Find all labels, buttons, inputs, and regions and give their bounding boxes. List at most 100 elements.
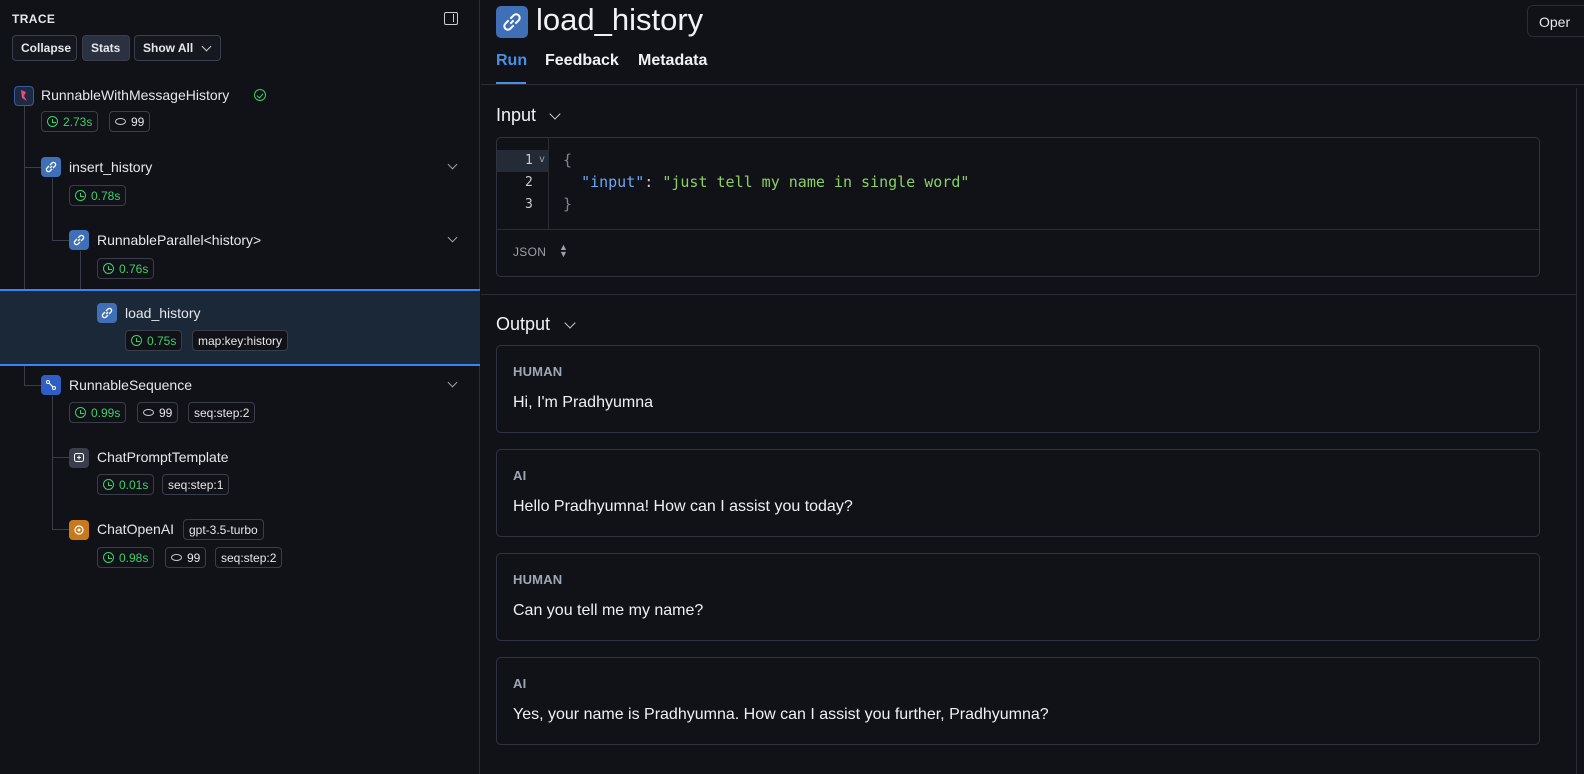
tokens-icon	[171, 554, 182, 561]
tokens-icon	[115, 118, 126, 125]
latency-badge: 0.98s	[97, 547, 155, 568]
selected-row-highlight[interactable]	[0, 289, 480, 366]
clock-icon	[103, 263, 114, 274]
model-badge: gpt-3.5-turbo	[183, 519, 264, 540]
clock-icon	[75, 407, 86, 418]
tree-line	[52, 240, 70, 241]
latency-value: 0.98s	[119, 550, 149, 565]
chevron-down-icon[interactable]	[447, 377, 458, 388]
line-number: 3	[525, 197, 533, 212]
node-runnable-parallel[interactable]: RunnableParallel<history>	[97, 232, 261, 248]
tree-line	[52, 457, 70, 458]
node-runnable-with-message-history[interactable]: RunnableWithMessageHistory	[41, 87, 229, 103]
tree-line	[52, 178, 53, 240]
message-card: AI Yes, your name is Pradhyumna. How can…	[496, 657, 1540, 745]
node-insert-history[interactable]: insert_history	[69, 159, 152, 175]
chevron-down-icon	[201, 41, 212, 51]
panel-toggle-icon[interactable]	[444, 12, 458, 25]
trace-title: TRACE	[12, 12, 56, 26]
chevron-down-icon[interactable]	[549, 108, 561, 120]
link-icon	[496, 6, 528, 38]
message-role: HUMAN	[513, 572, 563, 587]
output-section-title[interactable]: Output	[496, 314, 550, 335]
clock-icon	[47, 116, 58, 127]
code-footer-divider	[497, 229, 1539, 230]
show-all-label: Show All	[143, 41, 194, 55]
clock-icon	[103, 552, 114, 563]
message-text: Yes, your name is Pradhyumna. How can I …	[513, 706, 1049, 723]
message-text: Hi, I'm Pradhyumna	[513, 394, 653, 411]
code-open-brace: {	[563, 151, 573, 169]
format-selector[interactable]: JSON	[513, 245, 546, 259]
clock-icon	[103, 479, 114, 490]
chevron-down-icon[interactable]	[447, 159, 458, 170]
parrot-icon	[14, 86, 34, 106]
stats-button[interactable]: Stats	[82, 35, 130, 61]
token-badge: 99	[137, 402, 179, 423]
link-icon	[97, 303, 117, 323]
node-load-history[interactable]: load_history	[125, 305, 201, 321]
tag-badge: map:key:history	[192, 330, 289, 351]
tab-metadata[interactable]: Metadata	[638, 52, 707, 70]
input-section-title[interactable]: Input	[496, 105, 536, 126]
message-role: HUMAN	[513, 364, 563, 379]
token-value: 99	[187, 550, 201, 565]
token-badge: 99	[109, 111, 151, 132]
tree-line	[52, 529, 70, 530]
latency-badge: 2.73s	[41, 111, 99, 132]
run-detail-panel: load_history Oper Run Feedback Metadata …	[481, 0, 1584, 774]
tree-line	[24, 167, 42, 168]
message-card: HUMAN Can you tell me my name?	[496, 553, 1540, 641]
fold-chevron-icon[interactable]: v	[539, 154, 545, 165]
token-value: 99	[159, 405, 173, 420]
code-close-brace: }	[563, 195, 573, 213]
sequence-icon	[41, 375, 61, 395]
trace-panel: TRACE Collapse Stats Show All RunnableWi…	[0, 0, 480, 774]
latency-value: 0.75s	[147, 333, 177, 348]
open-button[interactable]: Oper	[1527, 5, 1584, 37]
latency-badge: 0.01s	[97, 474, 155, 495]
latency-badge: 0.75s	[125, 330, 183, 351]
node-chat-prompt-template[interactable]: ChatPromptTemplate	[97, 449, 229, 465]
scrollbar-track[interactable]	[1576, 88, 1577, 774]
link-icon	[69, 230, 89, 250]
stats-label: Stats	[91, 41, 121, 55]
tab-run[interactable]: Run	[496, 52, 527, 70]
collapse-label: Collapse	[21, 41, 72, 55]
message-role: AI	[513, 676, 527, 691]
message-role: AI	[513, 468, 527, 483]
collapse-button[interactable]: Collapse	[12, 35, 77, 61]
chevron-down-icon[interactable]	[447, 232, 458, 243]
tag-badge: seq:step:1	[162, 474, 230, 495]
node-chat-openai[interactable]: ChatOpenAI	[97, 521, 174, 537]
latency-badge: 0.99s	[69, 402, 127, 423]
tag-badge: seq:step:2	[188, 402, 256, 423]
message-text: Can you tell me my name?	[513, 602, 704, 619]
latency-value: 2.73s	[63, 114, 93, 129]
tabs-divider	[481, 84, 1584, 85]
show-all-dropdown[interactable]: Show All	[134, 35, 221, 61]
tree-line	[52, 396, 53, 529]
success-check-icon	[254, 89, 266, 101]
input-code-block[interactable]: 1 v 2 3 { "input": "just tell my name in…	[496, 137, 1540, 277]
message-card: HUMAN Hi, I'm Pradhyumna	[496, 345, 1540, 433]
message-text: Hello Pradhyumna! How can I assist you t…	[513, 498, 853, 515]
latency-badge: 0.78s	[69, 185, 127, 206]
json-colon: :	[644, 173, 663, 191]
clock-icon	[75, 190, 86, 201]
prompt-icon	[69, 448, 89, 468]
page-title: load_history	[536, 2, 704, 37]
link-icon	[41, 157, 61, 177]
tab-feedback[interactable]: Feedback	[545, 52, 619, 70]
token-value: 99	[131, 114, 145, 129]
json-value: "just tell my name in single word"	[662, 173, 970, 191]
tree-line	[24, 385, 42, 386]
json-key: "input"	[581, 173, 645, 191]
chevron-up-down-icon[interactable]: ▲ ▼	[559, 243, 568, 259]
latency-value: 0.78s	[91, 188, 121, 203]
node-runnable-sequence[interactable]: RunnableSequence	[69, 377, 192, 393]
latency-value: 0.76s	[119, 261, 149, 276]
chevron-down-icon[interactable]	[564, 317, 576, 329]
clock-icon	[131, 335, 142, 346]
token-badge: 99	[165, 547, 207, 568]
